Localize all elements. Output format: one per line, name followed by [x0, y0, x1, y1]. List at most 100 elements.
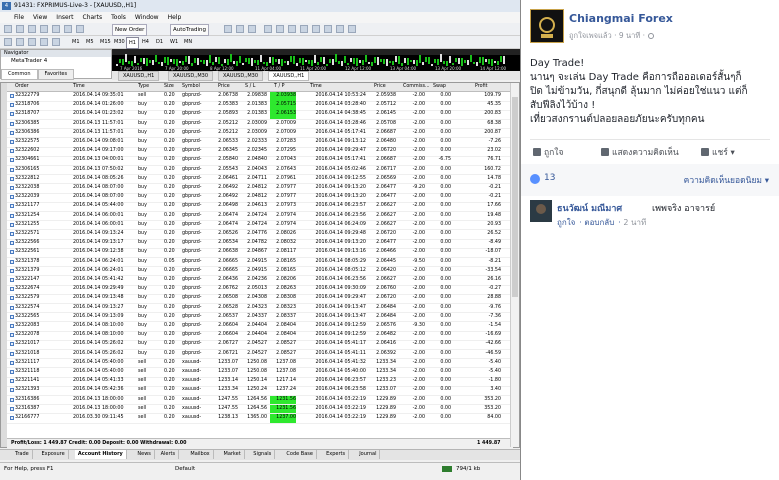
line-chart-icon[interactable] [248, 25, 256, 33]
new-chart-icon[interactable] [4, 25, 12, 33]
table-row[interactable]: 32322674 2016.04.14 09:29:49 buy 0.20 gbpnzd… [7, 285, 513, 295]
table-row[interactable]: 32322039 2016.04.14 08:07:00 buy 0.20 gbpnzd… [7, 193, 513, 203]
terminal-tab-journal[interactable]: Journal [356, 450, 381, 459]
table-row[interactable]: 32306386 2016.04.13 11:57:01 buy 0.20 gbpnzd… [7, 129, 513, 139]
column-header[interactable]: Time [310, 83, 322, 91]
tester-icon[interactable] [76, 25, 84, 33]
table-row[interactable]: 32322078 2016.04.14 08:10:00 buy 0.20 gbpnzd… [7, 331, 513, 341]
column-header[interactable]: Order [15, 83, 29, 91]
table-row[interactable]: 32321117 2016.04.14 05:40:00 sell 0.20 xauus… [7, 359, 513, 369]
candlestick-icon[interactable] [236, 25, 244, 33]
terminal-tab-mailbox[interactable]: Mailbox [187, 450, 214, 459]
table-row[interactable]: 32322038 2016.04.14 08:07:00 buy 0.20 gbpnzd… [7, 184, 513, 194]
table-row[interactable]: 32322779 2016.04.14 09:35:01 sell 0.20 gbpnz… [7, 92, 513, 102]
zoom-in-icon[interactable] [264, 25, 272, 33]
data-window-icon[interactable] [40, 25, 48, 33]
menu-item-help[interactable]: Help [168, 12, 182, 23]
column-header[interactable]: Symbol [182, 83, 200, 91]
table-row[interactable]: 32318706 2016.04.14 01:26:00 buy 0.20 gbpnzd… [7, 101, 513, 111]
table-row[interactable]: 32321254 2016.04.14 06:00:01 buy 0.20 gbpnzd… [7, 212, 513, 222]
menu-item-view[interactable]: View [33, 12, 47, 23]
horizontal-line-icon[interactable] [40, 38, 48, 46]
table-row[interactable]: 32322083 2016.04.14 08:10:00 buy 0.20 gbpnzd… [7, 322, 513, 332]
table-row[interactable]: 32321255 2016.04.14 06:00:01 buy 0.20 gbpnzd… [7, 221, 513, 231]
table-row[interactable]: 32318707 2016.04.14 01:23:02 buy 0.20 gbpnzd… [7, 110, 513, 120]
table-row[interactable]: 32322574 2016.04.14 09:13:27 buy 0.20 gbpnzd… [7, 304, 513, 314]
column-header[interactable]: Commiss... [403, 83, 430, 91]
column-header[interactable]: Price [218, 83, 230, 91]
table-row[interactable]: 32322147 2016.04.14 05:41:42 buy 0.20 gbpnzd… [7, 276, 513, 286]
table-row[interactable]: 32306165 2016.04.13 07:50:02 buy 0.20 gbpnzd… [7, 166, 513, 176]
chart-tab[interactable]: XAUUSD,,M30 [218, 71, 264, 81]
table-row[interactable]: 32316387 2016.04.13 18:00:00 sell 0.20 xauus… [7, 404, 513, 415]
terminal-tab-trade[interactable]: Trade [12, 450, 33, 459]
profiles-icon[interactable] [16, 25, 24, 33]
column-header[interactable]: Time [73, 83, 85, 91]
table-row[interactable]: 32316386 2016.04.13 18:00:00 sell 0.20 xauus… [7, 395, 513, 406]
chart-area[interactable]: 7 Apr 2016 7 Apr 20:00 8 Apr 12:00 11 Apr 0… [112, 49, 520, 71]
commenter-avatar[interactable] [530, 200, 552, 222]
timeframe-h1[interactable]: H1 [126, 37, 139, 49]
table-row[interactable]: 32304661 2016.04.13 04:00:01 buy 0.20 gbpnzd… [7, 156, 513, 166]
table-row[interactable]: 32322561 2016.04.14 09:12:38 buy 0.20 gbpnzd… [7, 248, 513, 258]
vertical-line-icon[interactable] [28, 38, 36, 46]
comment-like-link[interactable]: ถูกใจ [557, 218, 575, 227]
table-row[interactable]: 32321393 2016.04.14 05:42:36 sell 0.20 xauus… [7, 386, 513, 396]
autoscroll-icon[interactable] [300, 25, 308, 33]
table-row[interactable]: 32322565 2016.04.14 09:13:09 buy 0.20 gbpnzd… [7, 313, 513, 323]
table-row[interactable]: 32321379 2016.04.14 06:24:01 buy 0.20 gbpnzd… [7, 267, 513, 277]
column-header[interactable]: Type [138, 83, 149, 91]
terminal-tab-news[interactable]: News [134, 450, 155, 459]
timeframe-m1[interactable]: M1 [70, 37, 82, 47]
table-row[interactable]: 32322602 2016.04.14 09:17:00 buy 0.20 gbpnzd… [7, 147, 513, 157]
terminal-tab-alerts[interactable]: Alerts [158, 450, 180, 459]
terminal-tab-market[interactable]: Market [221, 450, 245, 459]
navigator-root[interactable]: MetaTrader 4 [1, 57, 111, 65]
column-header[interactable]: Swap [433, 83, 446, 91]
table-row[interactable]: 32321118 2016.04.14 05:40:00 sell 0.20 xauus… [7, 368, 513, 378]
timeframe-m5[interactable]: M5 [84, 37, 96, 47]
terminal-tab-exposure[interactable]: Exposure [39, 450, 69, 459]
table-row[interactable]: 32321017 2016.04.14 05:26:02 buy 0.20 gbpnzd… [7, 340, 513, 350]
table-row[interactable]: 32321018 2016.04.14 05:26:02 buy 0.20 gbpnzd… [7, 350, 513, 360]
terminal-scrollbar[interactable] [510, 83, 519, 447]
table-row[interactable]: 32322571 2016.04.14 09:13:24 buy 0.20 gbpnzd… [7, 230, 513, 240]
market-watch-icon[interactable] [28, 25, 36, 33]
bar-chart-icon[interactable] [224, 25, 232, 33]
table-row[interactable]: 32166777 2016.03.30 09:11:45 sell 0.20 xauus… [7, 414, 513, 424]
chart-tab[interactable]: XAUUSD,,H1 [118, 71, 160, 81]
page-avatar[interactable] [530, 9, 564, 43]
terminal-tab-code-base[interactable]: Code Base [283, 450, 317, 459]
column-header[interactable]: S / L [245, 83, 255, 91]
chart-tab[interactable]: XAUUSD,,M30 [168, 71, 214, 81]
crosshair-icon[interactable] [16, 38, 24, 46]
trendline-icon[interactable] [52, 38, 60, 46]
chart-tab[interactable]: XAUUSD,,H1 [268, 71, 310, 81]
column-header[interactable]: Price [374, 83, 386, 91]
menu-item-tools[interactable]: Tools [111, 12, 126, 23]
column-header[interactable]: T / P [274, 83, 285, 91]
chart-shift-icon[interactable] [312, 25, 320, 33]
menu-item-file[interactable]: File [14, 12, 24, 23]
menu-item-insert[interactable]: Insert [56, 12, 73, 23]
indicators-icon[interactable] [324, 25, 332, 33]
comment-reply-link[interactable]: ตอบกลับ [584, 218, 614, 227]
cursor-icon[interactable] [4, 38, 12, 46]
table-row[interactable]: 32322579 2016.04.14 09:13:48 buy 0.20 gbpnzd… [7, 294, 513, 304]
column-header[interactable]: Profit [475, 83, 488, 91]
timeframe-d1[interactable]: D1 [154, 37, 165, 47]
navigator-tab-favorites[interactable]: Favorites [37, 69, 75, 80]
comment-button[interactable]: แสดงความคิดเห็น [601, 145, 679, 159]
navigator-icon[interactable] [52, 25, 60, 33]
timeframe-h4[interactable]: H4 [140, 37, 151, 47]
terminal-icon[interactable] [64, 25, 72, 33]
like-button[interactable]: ถูกใจ [533, 145, 563, 159]
scrollbar-thumb[interactable] [512, 97, 518, 297]
templates-icon[interactable] [348, 25, 356, 33]
share-button[interactable]: แชร์ ▾ [701, 145, 735, 159]
table-row[interactable]: 32322566 2016.04.14 09:13:17 buy 0.20 gbpnzd… [7, 239, 513, 249]
commenter-name[interactable]: ธนวัฒน์ มณีมาศ [557, 201, 622, 215]
timeframe-mn[interactable]: MN [182, 37, 194, 47]
terminal-tab-account-history[interactable]: Account History [74, 450, 127, 459]
table-row[interactable]: 32321177 2016.04.14 05:44:00 buy 0.20 gbpnzd… [7, 202, 513, 212]
